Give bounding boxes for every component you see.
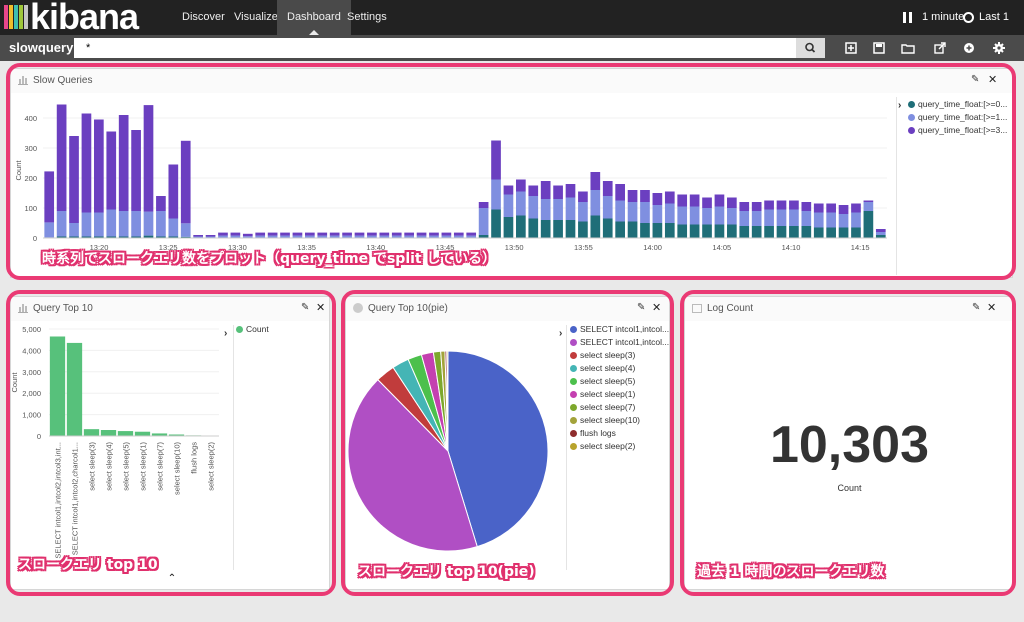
annotation-top10: スロークエリ top 10: [18, 557, 158, 573]
save-icon[interactable]: [872, 41, 886, 55]
highlight-frame: [341, 290, 674, 596]
clock-icon: [963, 12, 974, 23]
query-input[interactable]: [74, 38, 796, 58]
share-icon[interactable]: [933, 41, 947, 55]
kibana-logo[interactable]: kibana: [30, 0, 139, 38]
highlight-frame: [6, 290, 336, 596]
annotation-log-count: 過去 1 時間のスロークエリ数: [697, 564, 885, 580]
search-button[interactable]: [796, 38, 825, 58]
pause-icon[interactable]: [903, 12, 912, 23]
annotation-top10-pie: スロークエリ top 10(pie): [358, 564, 535, 580]
open-folder-icon[interactable]: [901, 41, 915, 55]
search-icon: [805, 42, 816, 53]
nav-settings[interactable]: Settings: [337, 0, 397, 35]
kibana-logo-icon: [4, 5, 29, 29]
dashboard-name: slowquery: [9, 40, 74, 55]
add-panel-icon[interactable]: [962, 41, 976, 55]
gear-icon[interactable]: [992, 41, 1006, 55]
new-dashboard-icon[interactable]: [844, 41, 858, 55]
top-navbar: kibana Discover Visualize Dashboard Sett…: [0, 0, 1024, 58]
annotation-slow-queries: 時系列でスロークエリ数をプロット（query_time でsplit している）: [42, 251, 497, 267]
search-bar: slowquery: [0, 35, 1024, 61]
refresh-interval[interactable]: 1 minute: [922, 0, 964, 35]
highlight-frame: [680, 290, 1016, 596]
time-range[interactable]: Last 1 hour: [979, 0, 1024, 58]
